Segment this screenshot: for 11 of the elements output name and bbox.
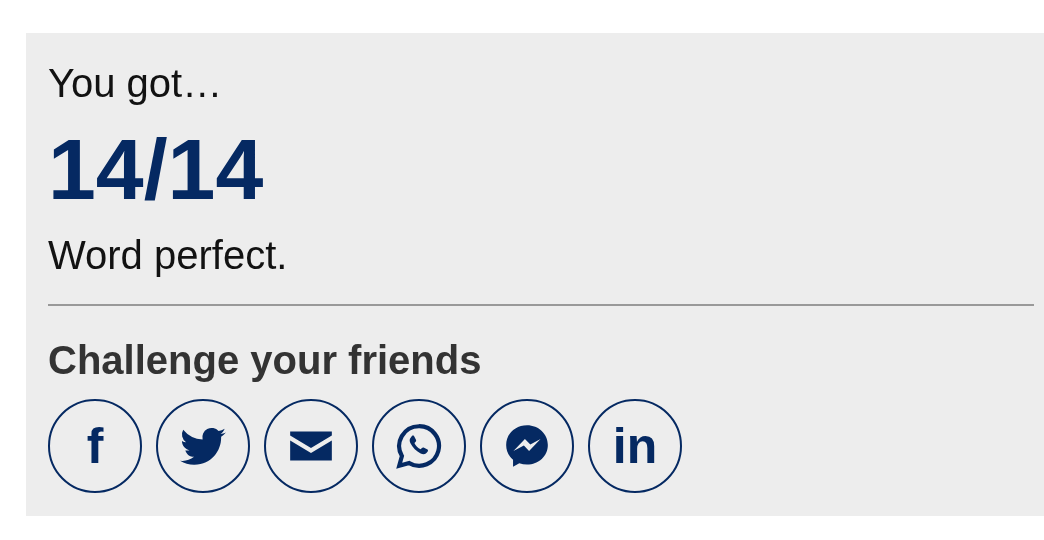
share-heading: Challenge your friends	[48, 337, 483, 384]
share-button[interactable]	[156, 399, 250, 493]
share-button[interactable]	[372, 399, 466, 493]
intro-text: You got…	[48, 60, 224, 107]
score: 14/14	[48, 127, 265, 211]
share-button[interactable]: in	[588, 399, 682, 493]
phone-bubble-icon	[394, 421, 444, 471]
share-button[interactable]	[264, 399, 358, 493]
share-button[interactable]: f	[48, 399, 142, 493]
result-message: Word perfect.	[48, 232, 289, 279]
share-button[interactable]	[480, 399, 574, 493]
